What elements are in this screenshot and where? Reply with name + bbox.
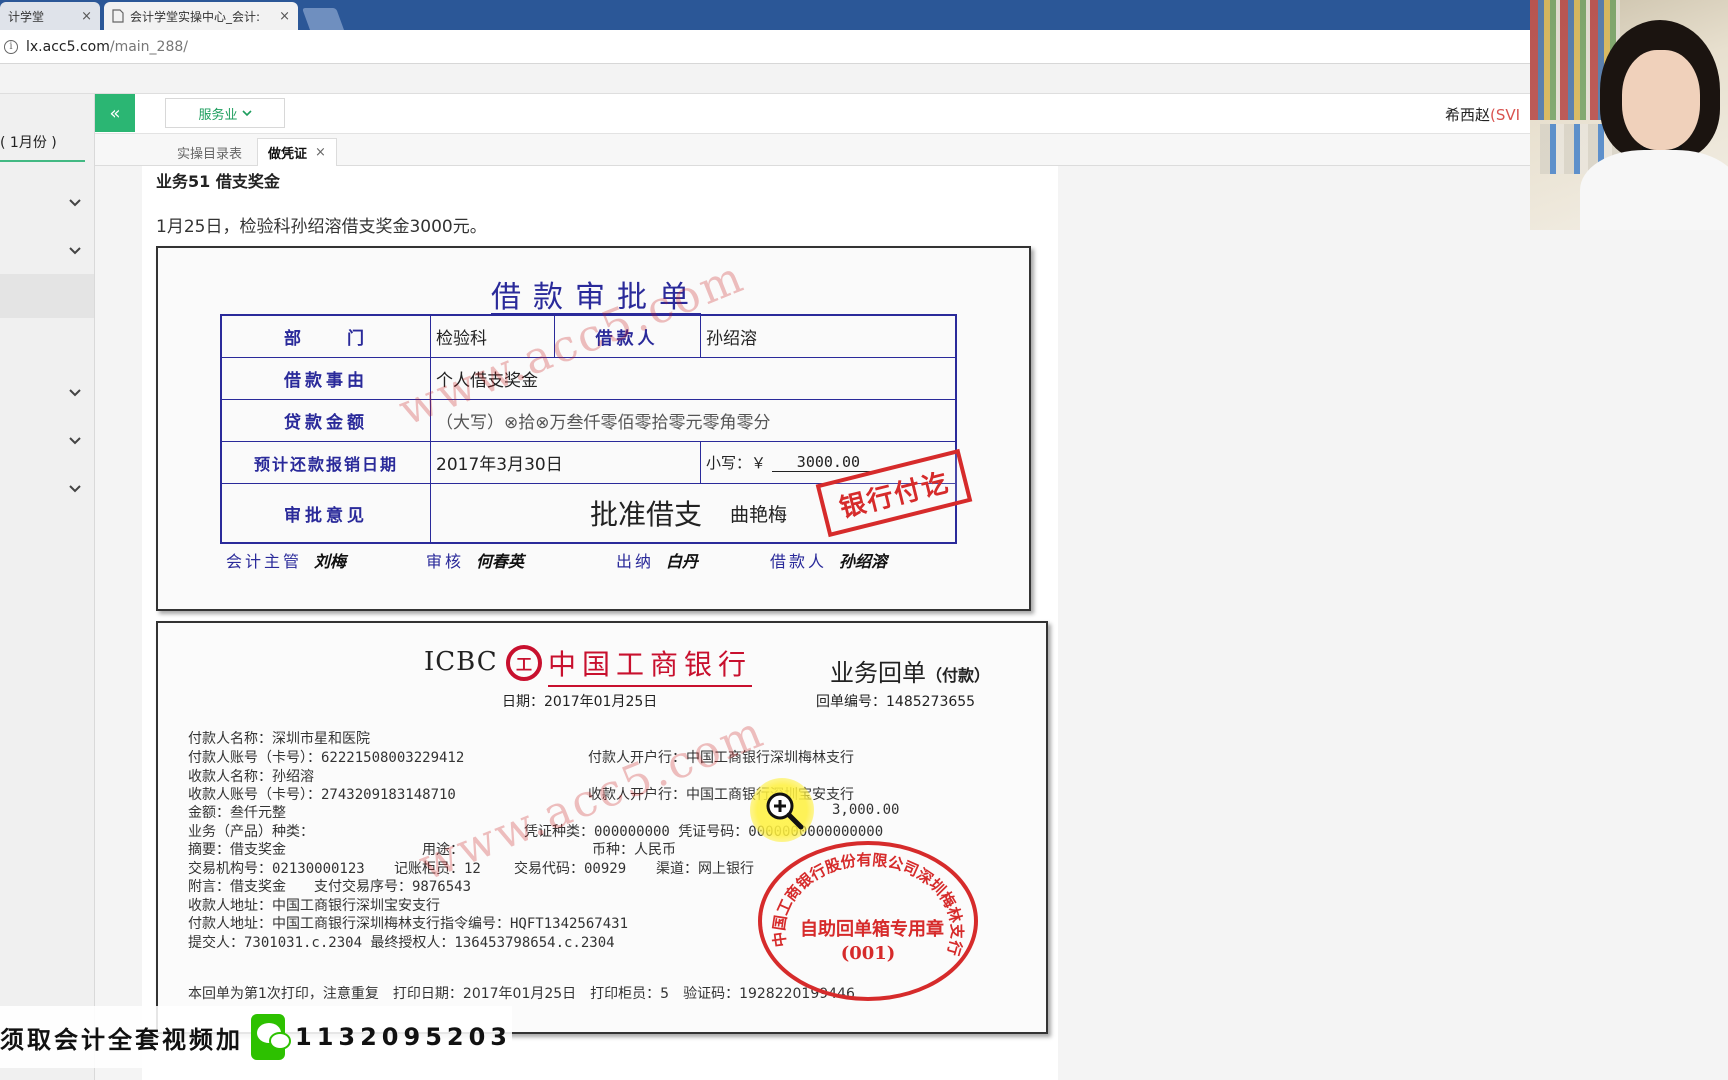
- receipt-footer: 本回单为第1次打印，注意重复 打印日期：2017年01月25日 打印柜员：5 验…: [188, 986, 855, 1002]
- receipt-line: 收款人地址：中国工商银行深圳宝安支行: [188, 898, 440, 914]
- repay-date-label: 预计还款报销日期: [253, 454, 398, 474]
- screen: 计学堂 × 会计学堂实操中心_会计: × i lx.acc5.com/main_…: [0, 0, 1728, 1080]
- zoom-in-icon: [766, 792, 804, 830]
- collapse-sidebar-button[interactable]: «: [95, 94, 135, 132]
- zoom-cursor: [750, 778, 814, 842]
- chevron-down-icon[interactable]: [68, 244, 82, 258]
- table-row: 借款事由 个人借支奖金: [222, 358, 955, 400]
- icbc-logo-icon: 工: [506, 645, 542, 681]
- signature-row: 会计主管 刘梅 审核 何春英 出纳 白丹 借款人 孙绍溶: [226, 548, 966, 572]
- user-name[interactable]: 希西赵(SVI: [1445, 104, 1520, 125]
- receipt-line: 付款人账号（卡号）：622215080032294​12: [188, 750, 465, 766]
- industry-dropdown[interactable]: 服务业: [165, 98, 285, 128]
- browser-tabbar: 计学堂 × 会计学堂实操中心_会计: ×: [0, 0, 1728, 30]
- tab-catalog[interactable]: 实操目录表: [167, 138, 252, 166]
- receipt-line: 凭证种类：000000000 凭证号码：0000000000000000: [524, 824, 884, 840]
- wechat-icon: [251, 1014, 291, 1060]
- amount-words: （大写）⊗拾⊗万叁仟零佰零拾零元零角零分: [436, 413, 771, 433]
- signature-borrower: 借款人 孙绍溶: [770, 552, 888, 571]
- sidebar: ( 1月份 ): [0, 94, 95, 1080]
- signature-cashier: 出纳 白丹: [616, 552, 699, 571]
- chevron-down-icon[interactable]: [68, 196, 82, 210]
- receipt-line: 记账柜员：12: [394, 861, 481, 877]
- svg-text:中国工商银行股份有限公司深圳梅林支行: 中国工商银行股份有限公司深圳梅林支行: [770, 851, 966, 958]
- receipt-amount: 3,000.00: [832, 802, 900, 818]
- webcam-overlay: [1530, 0, 1728, 230]
- receipt-line: 交易代码：00929: [514, 861, 627, 877]
- chevron-down-icon[interactable]: [68, 482, 82, 496]
- receipt-type: 业务回单（付款）: [830, 659, 991, 687]
- app-header: « 服务业 希西赵(SVI: [95, 94, 1728, 134]
- browser-tab-2[interactable]: 会计学堂实操中心_会计: ×: [104, 2, 298, 30]
- business-description: 1月25日，检验科孙绍溶借支奖金3000元。: [156, 217, 487, 237]
- receipt-line: 付款人地址：中国工商银行深圳梅林支行指令编号：HQFT1342567431: [188, 916, 629, 932]
- receipt-line: 摘要：借支奖金: [188, 842, 286, 858]
- repay-date-value: 2017年3月30日: [436, 455, 563, 475]
- chevron-down-icon[interactable]: [68, 386, 82, 400]
- new-tab-button[interactable]: [301, 8, 345, 30]
- page-icon: [112, 9, 124, 23]
- chevron-down-icon: [241, 110, 252, 117]
- borrower-value: 孙绍溶: [706, 329, 757, 349]
- receipt-line: 币种：人民币: [592, 842, 676, 858]
- borrower-label: 借款人: [595, 329, 659, 349]
- dept-label: 部 门: [284, 329, 368, 349]
- close-icon[interactable]: ×: [279, 9, 290, 24]
- receipt-line: 收款人名称：孙绍溶: [188, 769, 314, 785]
- receipt-line: 收款人开户行：中国工商银行深圳宝安支行: [588, 787, 854, 803]
- table-row: 贷款金额 （大写）⊗拾⊗万叁仟零佰零拾零元零角零分: [222, 400, 955, 442]
- approval-label: 审批意见: [284, 505, 368, 526]
- form-title: 借款审批单: [491, 280, 701, 315]
- receipt-line: 金额：叁仟元整: [188, 805, 286, 821]
- bank-seal: 中国工商银行股份有限公司深圳梅林支行 自助回单箱专用章 (001): [758, 841, 978, 1001]
- reason-value: 个人借支奖金: [436, 371, 538, 391]
- receipt-date: 日期：2017年01月25日: [502, 694, 658, 710]
- app-tabs: 实操目录表 做凭证 ×: [95, 134, 1728, 166]
- promo-text: 须取会计全套视频加: [0, 1025, 243, 1054]
- receipt-line: 付款人名称：深圳市星和医院: [188, 731, 370, 747]
- amount-label: 贷款金额: [284, 413, 368, 433]
- seal-number: (001): [840, 943, 896, 964]
- sidebar-month-title[interactable]: ( 1月份 ): [0, 132, 85, 162]
- promo-banner: 须取会计全套视频加 1132095203: [0, 1006, 512, 1068]
- close-icon[interactable]: ×: [315, 145, 326, 160]
- receipt-line: 提交人：7301031.c.2304 最终授权人：136453798654.c.…: [188, 935, 615, 951]
- receipt-line: 用途：: [422, 842, 464, 858]
- address-bar[interactable]: i lx.acc5.com/main_288/: [0, 30, 1728, 64]
- reason-label: 借款事由: [284, 371, 368, 391]
- promo-number: 1132095203: [295, 1023, 512, 1051]
- table-row: 部 门 检验科 借款人 孙绍溶: [222, 316, 955, 358]
- signature-accounting-supervisor: 会计主管 刘梅: [226, 552, 347, 571]
- bank-receipt[interactable]: ICBC 工 中国工商银行 业务回单（付款） 日期：2017年01月25日 回单…: [156, 621, 1048, 1034]
- browser-tab-1[interactable]: 计学堂 ×: [0, 2, 100, 30]
- loan-approval-form[interactable]: 借款审批单 部 门 检验科 借款人 孙绍溶 借款事由 个人借支奖金 贷款金额 （…: [156, 246, 1031, 611]
- sidebar-item-selected[interactable]: [0, 274, 94, 318]
- browser-tab-title: 会计学堂实操中心_会计:: [130, 9, 261, 24]
- receipt-number: 回单编号：1485273655: [816, 694, 976, 710]
- seal-center-text: 自助回单箱专用章: [800, 919, 944, 940]
- receipt-line: 附言：借支奖金 支付交易序号：9876543: [188, 879, 471, 895]
- receipt-line: 交易机构号：02130000123: [188, 861, 365, 877]
- business-title: 业务51 借支奖金: [156, 172, 280, 191]
- dept-value: 检验科: [436, 329, 487, 349]
- receipt-line: 收款人账号（卡号）：2743209183148710: [188, 787, 456, 803]
- receipt-line: 业务（产品）种类：: [188, 824, 314, 840]
- info-icon[interactable]: i: [4, 39, 18, 54]
- icbc-text: ICBC: [424, 647, 498, 677]
- close-icon[interactable]: ×: [81, 9, 92, 24]
- receipt-line: 渠道：网上银行: [656, 861, 754, 877]
- bookmarks-bar: [0, 64, 1728, 94]
- browser-tab-title: 计学堂: [8, 9, 45, 24]
- signature-reviewer: 审核 何春英: [426, 552, 525, 571]
- url-text[interactable]: lx.acc5.com/main_288/: [26, 39, 188, 55]
- chevron-down-icon[interactable]: [68, 434, 82, 448]
- tab-voucher[interactable]: 做凭证 ×: [257, 138, 337, 166]
- receipt-line: 付款人开户行：中国工商银行深圳梅林支行: [588, 750, 854, 766]
- industry-label: 服务业: [198, 107, 238, 123]
- bank-name: 中国工商银行: [548, 643, 753, 687]
